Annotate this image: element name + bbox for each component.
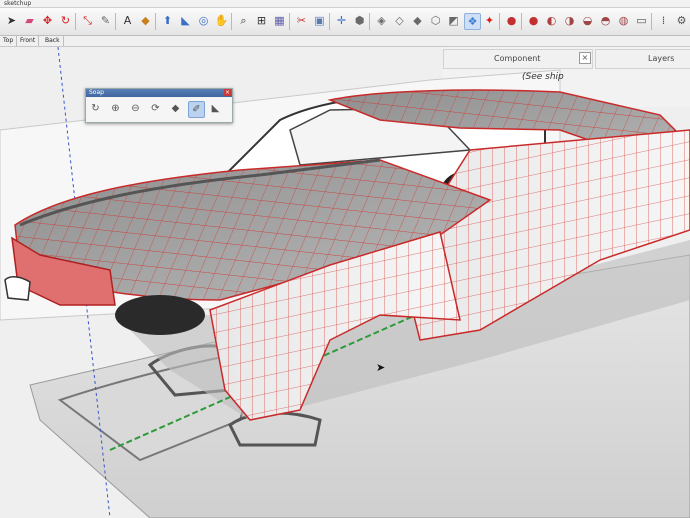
front-bumper [4,276,31,301]
pan-icon[interactable]: ✋ [214,13,229,28]
style-7-icon[interactable]: ◍ [616,13,631,28]
front-wheel [115,295,205,335]
orbit-icon[interactable]: ◎ [196,13,211,28]
scene-tab-top[interactable]: Top [0,36,18,46]
section-plane-icon[interactable]: ✂ [294,13,309,28]
toolbar-separator [231,13,232,30]
follow-me-icon[interactable]: ◣ [178,13,193,28]
scale-icon[interactable]: ⤡ [80,13,95,28]
style-2-icon[interactable]: ● [526,13,541,28]
group-icon[interactable]: ▣ [312,13,327,28]
rotate-icon[interactable]: ↻ [58,13,73,28]
back-view-icon[interactable]: ⬡ [428,13,443,28]
iso-view-icon[interactable]: ⬢ [352,13,367,28]
zoom-icon[interactable]: ⌕ [236,13,251,28]
menu-bar-label: sketchup [4,0,32,7]
style-4-icon[interactable]: ◑ [562,13,577,28]
rotate-cw-icon[interactable]: ⟳ [148,101,163,116]
eraser-icon[interactable]: ▰ [22,13,37,28]
push-pull-icon[interactable]: ⬆ [160,13,175,28]
scene-tab-back[interactable]: Back [42,36,64,46]
bucket-icon[interactable]: ◆ [168,101,183,116]
zoom-in-icon[interactable]: ⊕ [108,101,123,116]
style-3-icon[interactable]: ◐ [544,13,559,28]
components-tray-label: Component [494,54,541,63]
toolbar-separator [75,13,76,30]
tray-close-icon[interactable]: × [579,52,591,64]
text-icon[interactable]: A [120,13,135,28]
brush-icon[interactable]: ✐ [188,101,205,118]
zoom-out-icon[interactable]: ⊖ [128,101,143,116]
zoom-extents-icon[interactable]: ⊞ [254,13,269,28]
axes-icon[interactable]: ✛ [334,13,349,28]
floating-window-titlebar[interactable]: Soap × [86,89,232,97]
right-view-icon[interactable]: ◆ [410,13,425,28]
toolbar-separator [329,13,330,30]
layers-tray-header[interactable]: Layers [595,49,690,69]
top-view-icon[interactable]: ◈ [374,13,389,28]
scene-tab-front[interactable]: Front [17,36,40,46]
scene-tabs-bar: Top Front Back [0,36,690,47]
xray-icon[interactable]: ❖ [464,13,481,30]
left-view-icon[interactable]: ◩ [446,13,461,28]
move-icon[interactable]: ✥ [40,13,55,28]
front-view-icon[interactable]: ◇ [392,13,407,28]
components-tray-header[interactable]: Component [443,49,593,69]
shaded-icon[interactable]: ✦ [482,13,497,28]
floating-tool-window: Soap × ↻ ⊕ ⊖ ⟳ ◆ ✐ ◣ [85,88,233,123]
style-1-icon[interactable]: ● [504,13,519,28]
style-6-icon[interactable]: ◓ [598,13,613,28]
main-toolbar: ➤▰✥↻⤡✎A◆⬆◣◎✋⌕⊞▦✂▣✛⬢◈◇◆⬡◩❖✦●●◐◑◒◓◍▭⁞⚙≣ [0,8,690,36]
arrow-select-icon[interactable]: ➤ [4,13,19,28]
mouse-cursor-icon: ➤ [376,361,386,374]
toolbar-separator [499,13,500,30]
grid-icon[interactable]: ⁞ [656,13,671,28]
toolbar-separator [521,13,522,30]
settings-icon[interactable]: ⚙ [674,13,689,28]
toolbar-separator [369,13,370,30]
toolbar-separator [115,13,116,30]
tool-icon[interactable]: ◣ [208,101,223,116]
floating-window-title: Soap [89,89,104,96]
tape-measure-icon[interactable]: ✎ [98,13,113,28]
floating-window-close-icon[interactable]: × [224,89,231,96]
component-icon[interactable]: ▦ [272,13,287,28]
blueprint-watermark-text: (See ship [522,72,564,82]
refresh-icon[interactable]: ↻ [88,101,103,116]
paint-bucket-icon[interactable]: ◆ [138,13,153,28]
style-5-icon[interactable]: ◒ [580,13,595,28]
menu-bar: sketchup [0,0,690,8]
toolbar-separator [651,13,652,30]
toolbar-separator [289,13,290,30]
toolbar-separator [155,13,156,30]
layers-tray-label: Layers [648,54,675,63]
fullscreen-icon[interactable]: ▭ [634,13,649,28]
